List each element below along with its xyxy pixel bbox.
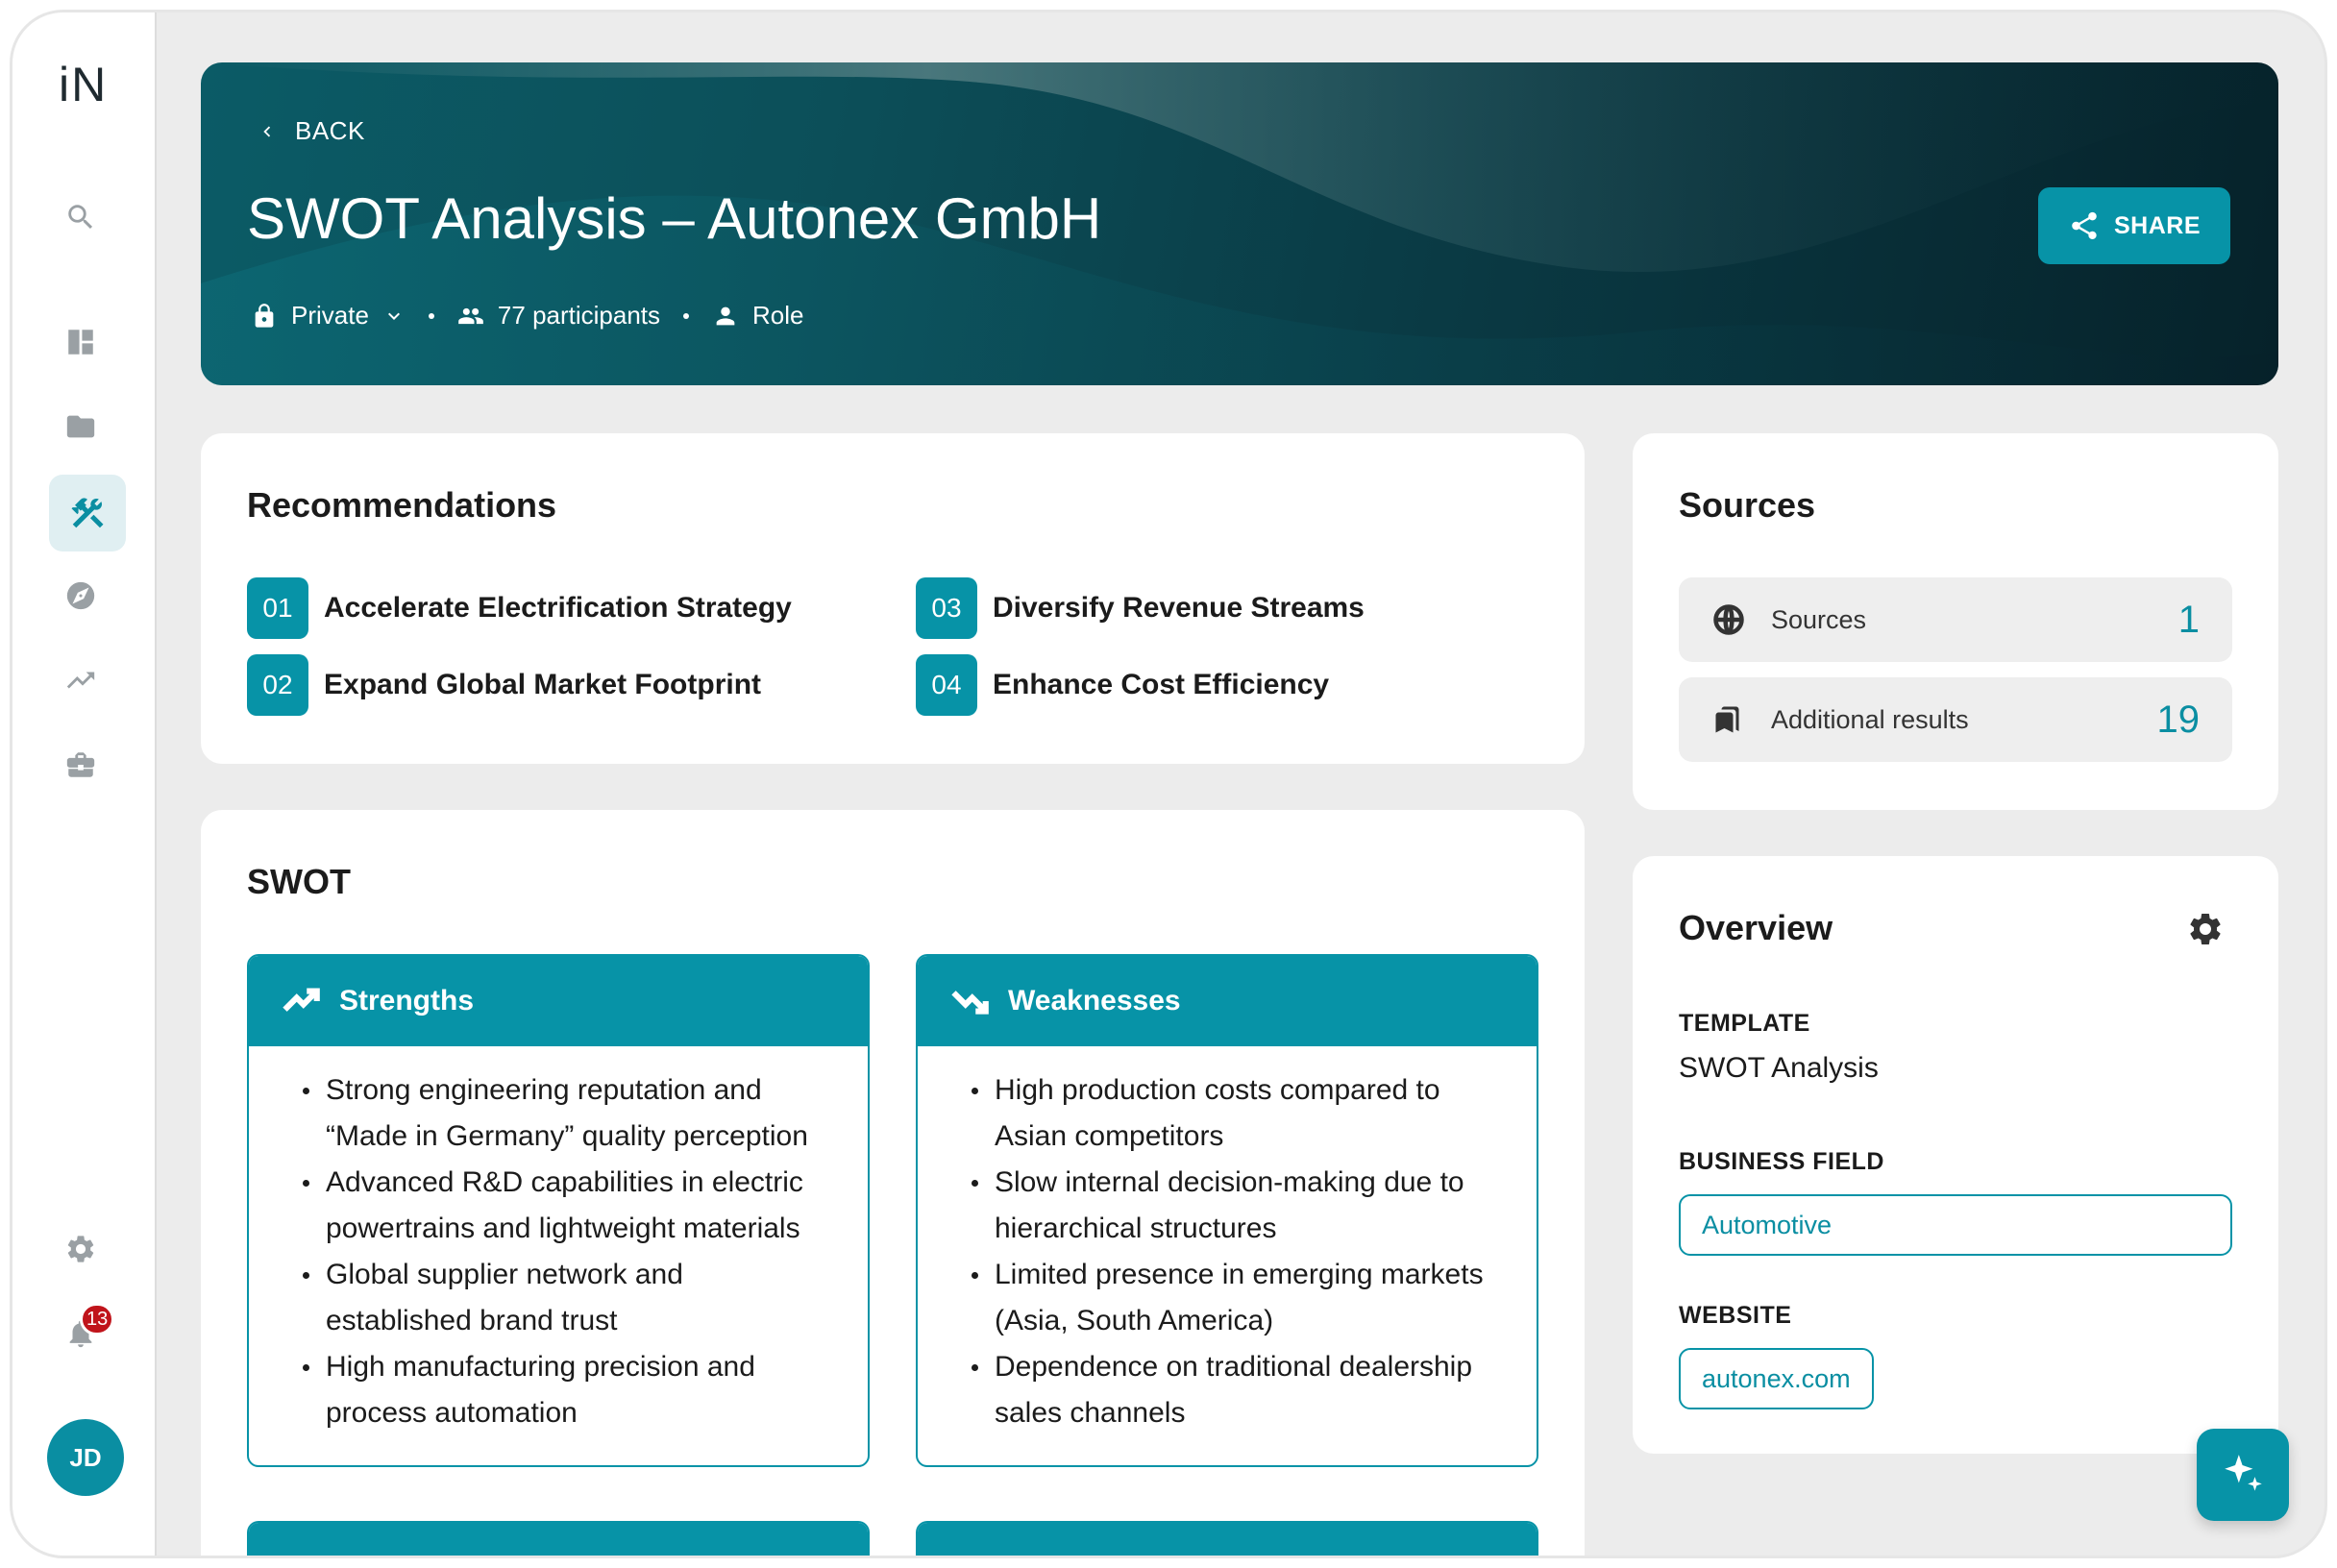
recommendation-number: 03 xyxy=(916,577,977,639)
website-label: WEBSITE xyxy=(1679,1302,1792,1329)
threats-panel xyxy=(916,1521,1538,1556)
sources-card: Sources Sources 1 Additional results 19 xyxy=(1633,433,2278,810)
compass-icon[interactable] xyxy=(55,570,107,622)
overview-card: Overview TEMPLATE SWOT Analysis BUSINESS… xyxy=(1633,856,2278,1454)
list-item: High production costs compared to Asian … xyxy=(972,1067,1504,1160)
tools-icon[interactable] xyxy=(49,475,126,551)
recommendation-label: Expand Global Market Footprint xyxy=(324,669,762,700)
business-field-chip[interactable]: Automotive xyxy=(1679,1194,2232,1256)
strengths-panel: Strengths Strong engineering reputation … xyxy=(247,954,870,1467)
gear-icon[interactable] xyxy=(2186,910,2225,948)
settings-icon[interactable] xyxy=(55,1223,107,1275)
chevron-down-icon[interactable] xyxy=(382,305,406,328)
swot-title: SWOT xyxy=(247,862,351,901)
globe-icon xyxy=(1713,604,1744,635)
share-label: SHARE xyxy=(2113,211,2201,239)
recommendation-number: 01 xyxy=(247,577,308,639)
additional-results-row[interactable]: Additional results 19 xyxy=(1679,677,2232,762)
separator-dot xyxy=(428,312,434,319)
role-label[interactable]: Role xyxy=(752,301,803,331)
visibility-dropdown[interactable]: Private xyxy=(291,301,369,331)
chevron-left-icon xyxy=(263,126,271,136)
separator-dot xyxy=(683,312,690,319)
list-item: Limited presence in emerging markets (As… xyxy=(972,1252,1504,1344)
app-frame: iN 13 JD BACK SWOT Analysis – Autonex Gm… xyxy=(10,10,2327,1558)
recommendation-number: 02 xyxy=(247,654,308,716)
list-item: Strong engineering reputation and “Made … xyxy=(303,1067,835,1160)
recommendation-label: Diversify Revenue Streams xyxy=(993,592,1365,624)
recommendation-number: 04 xyxy=(916,654,977,716)
threats-header xyxy=(918,1523,1537,1556)
recommendation-label: Accelerate Electrification Strategy xyxy=(324,592,792,624)
briefcase-icon[interactable] xyxy=(55,739,107,791)
overview-title: Overview xyxy=(1679,908,1833,947)
list-item: Slow internal decision-making due to hie… xyxy=(972,1160,1504,1252)
ai-assistant-button[interactable] xyxy=(2197,1429,2289,1521)
recommendations-title: Recommendations xyxy=(247,485,557,525)
trending-icon[interactable] xyxy=(55,654,107,706)
opportunities-header xyxy=(249,1523,868,1556)
sources-title: Sources xyxy=(1679,485,1816,525)
sidebar: iN 13 JD xyxy=(12,12,157,1556)
recommendation-item[interactable]: 01 Accelerate Electrification Strategy xyxy=(247,577,792,639)
back-button[interactable]: BACK xyxy=(257,116,365,146)
recommendation-item[interactable]: 02 Expand Global Market Footprint xyxy=(247,654,761,716)
sources-count: 1 xyxy=(2177,598,2200,641)
dashboard-icon[interactable] xyxy=(55,316,107,368)
list-item: Global supplier network and established … xyxy=(303,1252,835,1344)
additional-results-label: Additional results xyxy=(1771,704,1969,734)
list-item: Advanced R&D capabilities in electric po… xyxy=(303,1160,835,1252)
avatar[interactable]: JD xyxy=(47,1419,124,1496)
opportunities-panel xyxy=(247,1521,870,1556)
weaknesses-list: High production costs compared to Asian … xyxy=(918,1046,1537,1436)
trending-down-icon xyxy=(951,991,989,1015)
notification-badge: 13 xyxy=(80,1303,115,1335)
header-meta: Private 77 participants Role xyxy=(251,301,804,331)
list-item: High manufacturing precision and process… xyxy=(303,1344,835,1436)
recommendation-item[interactable]: 03 Diversify Revenue Streams xyxy=(916,577,1365,639)
weaknesses-panel: Weaknesses High production costs compare… xyxy=(916,954,1538,1467)
share-button[interactable]: SHARE xyxy=(2038,187,2230,264)
folder-icon[interactable] xyxy=(55,401,107,453)
app-logo[interactable]: iN xyxy=(59,57,108,112)
additional-results-count: 19 xyxy=(2156,698,2201,741)
template-value: SWOT Analysis xyxy=(1679,1052,1879,1084)
template-label: TEMPLATE xyxy=(1679,1010,1810,1037)
website-link[interactable]: autonex.com xyxy=(1679,1348,1874,1409)
recommendation-item[interactable]: 04 Enhance Cost Efficiency xyxy=(916,654,1329,716)
strengths-header: Strengths xyxy=(249,956,868,1046)
sources-label: Sources xyxy=(1771,604,1867,634)
recommendation-label: Enhance Cost Efficiency xyxy=(993,669,1330,700)
sources-row[interactable]: Sources 1 xyxy=(1679,577,2232,662)
recommendations-card: Recommendations 01 Accelerate Electrific… xyxy=(201,433,1585,764)
share-icon xyxy=(2072,211,2097,240)
bookmarks-icon xyxy=(1715,706,1739,733)
person-icon xyxy=(716,306,735,325)
participants-icon xyxy=(458,307,483,324)
page-title: SWOT Analysis – Autonex GmbH xyxy=(247,186,1102,251)
strengths-list: Strong engineering reputation and “Made … xyxy=(249,1046,868,1436)
business-field-label: BUSINESS FIELD xyxy=(1679,1148,1884,1175)
sparkles-icon xyxy=(2225,1455,2262,1491)
participants-count[interactable]: 77 participants xyxy=(498,301,660,331)
back-label: BACK xyxy=(295,116,365,145)
weaknesses-title: Weaknesses xyxy=(1008,985,1181,1017)
strengths-title: Strengths xyxy=(339,985,475,1017)
lock-icon xyxy=(255,303,274,328)
search-icon[interactable] xyxy=(55,191,107,243)
list-item: Dependence on traditional dealership sal… xyxy=(972,1344,1504,1436)
weaknesses-header: Weaknesses xyxy=(918,956,1537,1046)
swot-card: SWOT Strengths Strong engineering reputa… xyxy=(201,810,1585,1556)
page-header: BACK SWOT Analysis – Autonex GmbH Privat… xyxy=(201,62,2278,385)
trending-up-icon xyxy=(283,988,320,1012)
